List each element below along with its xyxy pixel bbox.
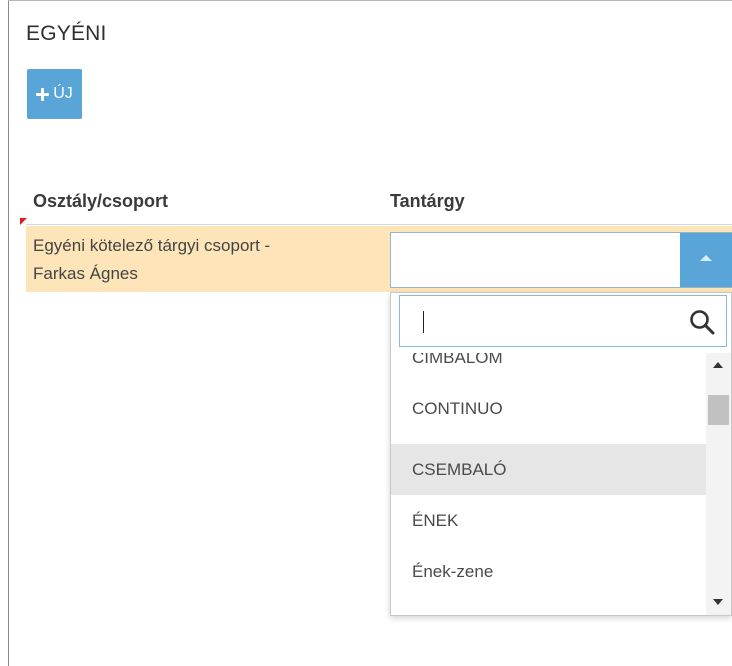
plus-icon (36, 87, 50, 101)
dropdown-options: CIMBALOM CONTINUO CSEMBALÓ ÉNEK Ének-zen… (391, 353, 706, 615)
frame-border (8, 0, 9, 666)
panel-title: EGYÉNI (26, 22, 107, 45)
header-divider (26, 224, 732, 225)
scroll-down-icon[interactable] (713, 599, 723, 605)
row-class-group-line1: Egyéni kötelező tárgyi csoport - (33, 236, 271, 255)
dropdown-option-cimbalom[interactable]: CIMBALOM (391, 353, 706, 383)
subject-select-toggle[interactable] (680, 233, 732, 287)
scroll-up-icon[interactable] (713, 362, 723, 368)
search-icon (690, 310, 715, 335)
dropdown-option-erkolcs[interactable]: Erkölcs, etika, hittan (391, 597, 706, 615)
new-button[interactable]: ÚJ (27, 69, 82, 119)
dropdown-search[interactable] (399, 295, 727, 347)
column-header-class-group: Osztály/csoport (33, 191, 169, 211)
row-class-group: Egyéni kötelező tárgyi csoport - Farkas … (33, 232, 373, 288)
column-header-subject: Tantárgy (390, 191, 465, 211)
subject-dropdown: CIMBALOM CONTINUO CSEMBALÓ ÉNEK Ének-zen… (390, 292, 732, 616)
dropdown-option-enek[interactable]: ÉNEK (391, 495, 706, 546)
caret-up-icon (700, 255, 712, 261)
frame-border-top (8, 0, 732, 1)
row-class-group-line2: Farkas Ágnes (33, 264, 138, 283)
dropdown-scrollbar[interactable] (706, 353, 731, 615)
scroll-thumb[interactable] (708, 395, 729, 425)
dropdown-option-csembalo[interactable]: CSEMBALÓ (391, 444, 706, 495)
dropdown-option-enek-zene[interactable]: Ének-zene (391, 546, 706, 597)
dropdown-option-continuo[interactable]: CONTINUO (391, 383, 706, 434)
text-cursor (423, 311, 424, 333)
changed-marker-icon (20, 218, 27, 225)
new-button-label: ÚJ (53, 85, 73, 102)
dropdown-search-input[interactable] (414, 296, 684, 346)
